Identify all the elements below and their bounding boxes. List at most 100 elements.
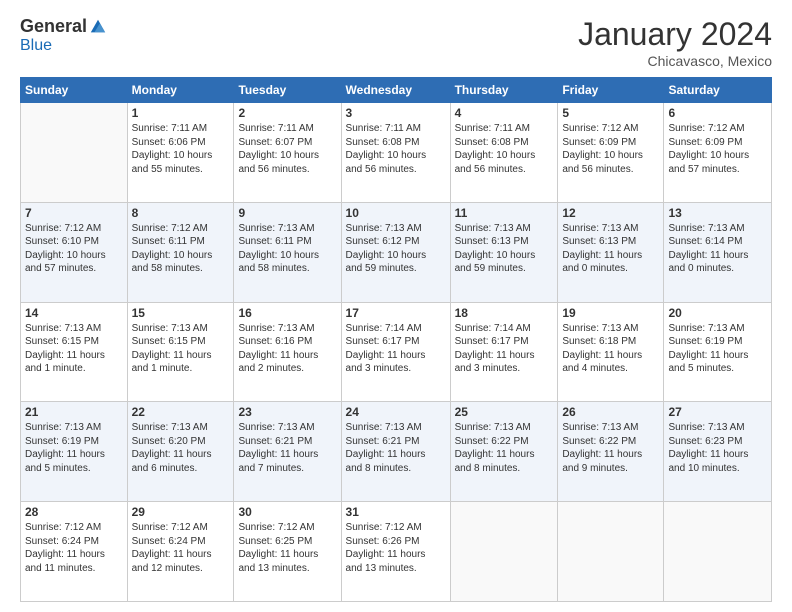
calendar-table: SundayMondayTuesdayWednesdayThursdayFrid… [20, 77, 772, 602]
calendar-cell: 31 Sunrise: 7:12 AMSunset: 6:26 PMDayligh… [341, 502, 450, 602]
day-number: 6 [668, 106, 767, 120]
sun-info: Sunrise: 7:13 AMSunset: 6:15 PMDaylight:… [25, 322, 123, 376]
sun-info: Sunrise: 7:13 AMSunset: 6:13 PMDaylight:… [455, 222, 554, 276]
sun-info: Sunrise: 7:14 AMSunset: 6:17 PMDaylight:… [455, 322, 554, 376]
day-number: 9 [238, 206, 336, 220]
day-header-thursday: Thursday [450, 78, 558, 103]
calendar-cell: 7 Sunrise: 7:12 AMSunset: 6:10 PMDaylight… [21, 202, 128, 302]
calendar-cell: 10Sunrise: 7:13 AMSunset: 6:12 PMDayligh… [341, 202, 450, 302]
sun-info: Sunrise: 7:14 AMSunset: 6:17 PMDaylight:… [346, 322, 446, 376]
day-number: 27 [668, 405, 767, 419]
day-number: 18 [455, 306, 554, 320]
day-header-wednesday: Wednesday [341, 78, 450, 103]
day-header-friday: Friday [558, 78, 664, 103]
day-number: 11 [455, 206, 554, 220]
sun-info: Sunrise: 7:11 AMSunset: 6:06 PMDaylight:… [132, 122, 230, 176]
day-number: 30 [238, 505, 336, 519]
sun-info: Sunrise: 7:11 AMSunset: 6:07 PMDaylight:… [238, 122, 336, 176]
sun-info: Sunrise: 7:12 AMSunset: 6:25 PMDaylight:… [238, 521, 336, 575]
day-number: 5 [562, 106, 659, 120]
day-header-monday: Monday [127, 78, 234, 103]
logo-text: General [20, 16, 107, 37]
sun-info: Sunrise: 7:11 AMSunset: 6:08 PMDaylight:… [455, 122, 554, 176]
sun-info: Sunrise: 7:12 AMSunset: 6:10 PMDaylight:… [25, 222, 123, 276]
sun-info: Sunrise: 7:12 AMSunset: 6:24 PMDaylight:… [132, 521, 230, 575]
sun-info: Sunrise: 7:13 AMSunset: 6:23 PMDaylight:… [668, 421, 767, 475]
calendar-header-row: SundayMondayTuesdayWednesdayThursdayFrid… [21, 78, 772, 103]
day-number: 7 [25, 206, 123, 220]
calendar-cell: 20 Sunrise: 7:13 AMSunset: 6:19 PMDayligh… [664, 302, 772, 402]
sun-info: Sunrise: 7:13 AMSunset: 6:19 PMDaylight:… [668, 322, 767, 376]
calendar-cell: 12 Sunrise: 7:13 AMSunset: 6:13 PMDayligh… [558, 202, 664, 302]
calendar-cell: 30 Sunrise: 7:12 AMSunset: 6:25 PMDayligh… [234, 502, 341, 602]
day-header-sunday: Sunday [21, 78, 128, 103]
day-number: 22 [132, 405, 230, 419]
calendar-cell: 15 Sunrise: 7:13 AMSunset: 6:15 PMDayligh… [127, 302, 234, 402]
calendar-cell: 6 Sunrise: 7:12 AMSunset: 6:09 PMDaylight… [664, 103, 772, 203]
calendar-week-row: 1Sunrise: 7:11 AMSunset: 6:06 PMDaylight… [21, 103, 772, 203]
sun-info: Sunrise: 7:11 AMSunset: 6:08 PMDaylight:… [346, 122, 446, 176]
sun-info: Sunrise: 7:12 AMSunset: 6:09 PMDaylight:… [668, 122, 767, 176]
day-header-saturday: Saturday [664, 78, 772, 103]
sun-info: Sunrise: 7:13 AMSunset: 6:20 PMDaylight:… [132, 421, 230, 475]
calendar-cell: 22 Sunrise: 7:13 AMSunset: 6:20 PMDayligh… [127, 402, 234, 502]
sun-info: Sunrise: 7:13 AMSunset: 6:13 PMDaylight:… [562, 222, 659, 276]
sun-info: Sunrise: 7:13 AMSunset: 6:11 PMDaylight:… [238, 222, 336, 276]
header: General Blue January 2024 Chicavasco, Me… [20, 16, 772, 69]
day-number: 15 [132, 306, 230, 320]
day-number: 16 [238, 306, 336, 320]
day-number: 23 [238, 405, 336, 419]
sun-info: Sunrise: 7:12 AMSunset: 6:26 PMDaylight:… [346, 521, 446, 575]
location: Chicavasco, Mexico [578, 53, 772, 69]
day-number: 8 [132, 206, 230, 220]
page: General Blue January 2024 Chicavasco, Me… [0, 0, 792, 612]
calendar-cell: 29Sunrise: 7:12 AMSunset: 6:24 PMDayligh… [127, 502, 234, 602]
calendar-cell: 5 Sunrise: 7:12 AMSunset: 6:09 PMDaylight… [558, 103, 664, 203]
sun-info: Sunrise: 7:13 AMSunset: 6:21 PMDaylight:… [346, 421, 446, 475]
calendar-cell: 23 Sunrise: 7:13 AMSunset: 6:21 PMDayligh… [234, 402, 341, 502]
calendar-cell: 16 Sunrise: 7:13 AMSunset: 6:16 PMDayligh… [234, 302, 341, 402]
calendar-cell: 21Sunrise: 7:13 AMSunset: 6:19 PMDayligh… [21, 402, 128, 502]
day-number: 12 [562, 206, 659, 220]
day-number: 19 [562, 306, 659, 320]
logo: General Blue [20, 16, 107, 55]
calendar-cell: 17 Sunrise: 7:14 AMSunset: 6:17 PMDayligh… [341, 302, 450, 402]
sun-info: Sunrise: 7:13 AMSunset: 6:22 PMDaylight:… [562, 421, 659, 475]
day-number: 3 [346, 106, 446, 120]
day-number: 31 [346, 505, 446, 519]
calendar-week-row: 7 Sunrise: 7:12 AMSunset: 6:10 PMDaylight… [21, 202, 772, 302]
calendar-cell: 28Sunrise: 7:12 AMSunset: 6:24 PMDayligh… [21, 502, 128, 602]
calendar-cell: 19 Sunrise: 7:13 AMSunset: 6:18 PMDayligh… [558, 302, 664, 402]
sun-info: Sunrise: 7:13 AMSunset: 6:16 PMDaylight:… [238, 322, 336, 376]
calendar-cell [558, 502, 664, 602]
day-number: 10 [346, 206, 446, 220]
calendar-cell: 2Sunrise: 7:11 AMSunset: 6:07 PMDaylight… [234, 103, 341, 203]
calendar-cell [664, 502, 772, 602]
day-number: 26 [562, 405, 659, 419]
sun-info: Sunrise: 7:13 AMSunset: 6:15 PMDaylight:… [132, 322, 230, 376]
calendar-cell: 24 Sunrise: 7:13 AMSunset: 6:21 PMDayligh… [341, 402, 450, 502]
calendar-cell: 3 Sunrise: 7:11 AMSunset: 6:08 PMDaylight… [341, 103, 450, 203]
day-number: 17 [346, 306, 446, 320]
calendar-week-row: 21Sunrise: 7:13 AMSunset: 6:19 PMDayligh… [21, 402, 772, 502]
calendar-week-row: 14 Sunrise: 7:13 AMSunset: 6:15 PMDayligh… [21, 302, 772, 402]
day-header-tuesday: Tuesday [234, 78, 341, 103]
day-number: 14 [25, 306, 123, 320]
calendar-cell: 25Sunrise: 7:13 AMSunset: 6:22 PMDayligh… [450, 402, 558, 502]
day-number: 21 [25, 405, 123, 419]
month-title: January 2024 [578, 16, 772, 53]
sun-info: Sunrise: 7:13 AMSunset: 6:21 PMDaylight:… [238, 421, 336, 475]
day-number: 13 [668, 206, 767, 220]
calendar-cell: 4Sunrise: 7:11 AMSunset: 6:08 PMDaylight… [450, 103, 558, 203]
calendar-cell: 13Sunrise: 7:13 AMSunset: 6:14 PMDayligh… [664, 202, 772, 302]
day-number: 20 [668, 306, 767, 320]
calendar-cell: 1Sunrise: 7:11 AMSunset: 6:06 PMDaylight… [127, 103, 234, 203]
sun-info: Sunrise: 7:13 AMSunset: 6:18 PMDaylight:… [562, 322, 659, 376]
calendar-cell: 14 Sunrise: 7:13 AMSunset: 6:15 PMDayligh… [21, 302, 128, 402]
calendar-cell [21, 103, 128, 203]
sun-info: Sunrise: 7:12 AMSunset: 6:09 PMDaylight:… [562, 122, 659, 176]
day-number: 25 [455, 405, 554, 419]
day-number: 24 [346, 405, 446, 419]
calendar-cell: 11 Sunrise: 7:13 AMSunset: 6:13 PMDayligh… [450, 202, 558, 302]
logo-blue-text: Blue [20, 37, 52, 55]
